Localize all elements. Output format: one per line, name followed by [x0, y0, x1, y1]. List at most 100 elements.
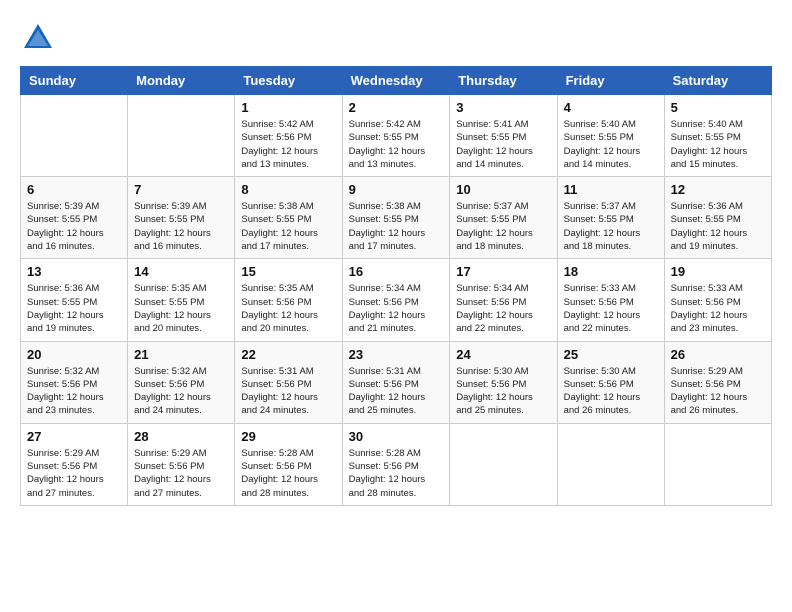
calendar-cell: 13 Sunrise: 5:36 AM Sunset: 5:55 PM Dayli… [21, 259, 128, 341]
weekday-header-monday: Monday [128, 67, 235, 95]
day-info: Sunrise: 5:39 AM Sunset: 5:55 PM Dayligh… [134, 200, 228, 253]
day-info: Sunrise: 5:30 AM Sunset: 5:56 PM Dayligh… [456, 365, 550, 418]
calendar-cell: 15 Sunrise: 5:35 AM Sunset: 5:56 PM Dayli… [235, 259, 342, 341]
calendar-cell: 26 Sunrise: 5:29 AM Sunset: 5:56 PM Dayli… [664, 341, 771, 423]
day-number: 29 [241, 429, 335, 444]
calendar-cell [664, 423, 771, 505]
day-number: 5 [671, 100, 765, 115]
day-info: Sunrise: 5:34 AM Sunset: 5:56 PM Dayligh… [456, 282, 550, 335]
day-number: 16 [349, 264, 444, 279]
calendar-cell: 2 Sunrise: 5:42 AM Sunset: 5:55 PM Daylig… [342, 95, 450, 177]
day-number: 28 [134, 429, 228, 444]
calendar-cell [557, 423, 664, 505]
calendar-cell: 5 Sunrise: 5:40 AM Sunset: 5:55 PM Daylig… [664, 95, 771, 177]
day-number: 22 [241, 347, 335, 362]
day-info: Sunrise: 5:39 AM Sunset: 5:55 PM Dayligh… [27, 200, 121, 253]
calendar-cell: 21 Sunrise: 5:32 AM Sunset: 5:56 PM Dayli… [128, 341, 235, 423]
calendar-cell: 19 Sunrise: 5:33 AM Sunset: 5:56 PM Dayli… [664, 259, 771, 341]
day-number: 6 [27, 182, 121, 197]
day-info: Sunrise: 5:29 AM Sunset: 5:56 PM Dayligh… [134, 447, 228, 500]
day-number: 19 [671, 264, 765, 279]
page-header [20, 20, 772, 56]
calendar-cell: 1 Sunrise: 5:42 AM Sunset: 5:56 PM Daylig… [235, 95, 342, 177]
week-row-1: 1 Sunrise: 5:42 AM Sunset: 5:56 PM Daylig… [21, 95, 772, 177]
day-number: 11 [564, 182, 658, 197]
day-info: Sunrise: 5:28 AM Sunset: 5:56 PM Dayligh… [349, 447, 444, 500]
day-number: 7 [134, 182, 228, 197]
day-info: Sunrise: 5:37 AM Sunset: 5:55 PM Dayligh… [564, 200, 658, 253]
calendar-cell [450, 423, 557, 505]
calendar-table: SundayMondayTuesdayWednesdayThursdayFrid… [20, 66, 772, 506]
day-number: 26 [671, 347, 765, 362]
day-info: Sunrise: 5:42 AM Sunset: 5:55 PM Dayligh… [349, 118, 444, 171]
calendar-cell: 12 Sunrise: 5:36 AM Sunset: 5:55 PM Dayli… [664, 177, 771, 259]
logo [20, 20, 60, 56]
calendar-cell: 10 Sunrise: 5:37 AM Sunset: 5:55 PM Dayli… [450, 177, 557, 259]
day-info: Sunrise: 5:33 AM Sunset: 5:56 PM Dayligh… [564, 282, 658, 335]
day-number: 23 [349, 347, 444, 362]
day-number: 20 [27, 347, 121, 362]
weekday-header-saturday: Saturday [664, 67, 771, 95]
day-number: 24 [456, 347, 550, 362]
weekday-header-thursday: Thursday [450, 67, 557, 95]
day-number: 21 [134, 347, 228, 362]
day-number: 4 [564, 100, 658, 115]
calendar-cell [21, 95, 128, 177]
calendar-cell: 29 Sunrise: 5:28 AM Sunset: 5:56 PM Dayli… [235, 423, 342, 505]
calendar-cell: 18Sunrise: 5:33 AM Sunset: 5:56 PM Dayli… [557, 259, 664, 341]
day-info: Sunrise: 5:38 AM Sunset: 5:55 PM Dayligh… [349, 200, 444, 253]
calendar-cell: 25 Sunrise: 5:30 AM Sunset: 5:56 PM Dayli… [557, 341, 664, 423]
weekday-header-sunday: Sunday [21, 67, 128, 95]
day-info: Sunrise: 5:34 AM Sunset: 5:56 PM Dayligh… [349, 282, 444, 335]
day-number: 8 [241, 182, 335, 197]
calendar-cell: 11 Sunrise: 5:37 AM Sunset: 5:55 PM Dayli… [557, 177, 664, 259]
day-number: 27 [27, 429, 121, 444]
day-number: 25 [564, 347, 658, 362]
day-info: Sunrise: 5:30 AM Sunset: 5:56 PM Dayligh… [564, 365, 658, 418]
calendar-cell: 22 Sunrise: 5:31 AM Sunset: 5:56 PM Dayli… [235, 341, 342, 423]
calendar-cell: 16 Sunrise: 5:34 AM Sunset: 5:56 PM Dayli… [342, 259, 450, 341]
day-info: Sunrise: 5:33 AM Sunset: 5:56 PM Dayligh… [671, 282, 765, 335]
day-info: Sunrise: 5:37 AM Sunset: 5:55 PM Dayligh… [456, 200, 550, 253]
day-number: 13 [27, 264, 121, 279]
calendar-cell: 3 Sunrise: 5:41 AM Sunset: 5:55 PM Daylig… [450, 95, 557, 177]
calendar-cell [128, 95, 235, 177]
day-number: 12 [671, 182, 765, 197]
week-row-2: 6 Sunrise: 5:39 AM Sunset: 5:55 PM Daylig… [21, 177, 772, 259]
calendar-cell: 27 Sunrise: 5:29 AM Sunset: 5:56 PM Dayli… [21, 423, 128, 505]
logo-icon [20, 20, 56, 56]
calendar-cell: 4Sunrise: 5:40 AM Sunset: 5:55 PM Daylig… [557, 95, 664, 177]
day-number: 3 [456, 100, 550, 115]
day-info: Sunrise: 5:32 AM Sunset: 5:56 PM Dayligh… [27, 365, 121, 418]
day-info: Sunrise: 5:32 AM Sunset: 5:56 PM Dayligh… [134, 365, 228, 418]
week-row-5: 27 Sunrise: 5:29 AM Sunset: 5:56 PM Dayli… [21, 423, 772, 505]
calendar-cell: 17 Sunrise: 5:34 AM Sunset: 5:56 PM Dayli… [450, 259, 557, 341]
weekday-header-friday: Friday [557, 67, 664, 95]
day-number: 10 [456, 182, 550, 197]
day-info: Sunrise: 5:42 AM Sunset: 5:56 PM Dayligh… [241, 118, 335, 171]
day-info: Sunrise: 5:40 AM Sunset: 5:55 PM Dayligh… [671, 118, 765, 171]
calendar-cell: 8Sunrise: 5:38 AM Sunset: 5:55 PM Daylig… [235, 177, 342, 259]
day-number: 14 [134, 264, 228, 279]
day-info: Sunrise: 5:35 AM Sunset: 5:56 PM Dayligh… [241, 282, 335, 335]
day-number: 9 [349, 182, 444, 197]
day-number: 2 [349, 100, 444, 115]
day-number: 17 [456, 264, 550, 279]
day-number: 15 [241, 264, 335, 279]
day-info: Sunrise: 5:31 AM Sunset: 5:56 PM Dayligh… [241, 365, 335, 418]
calendar-cell: 20 Sunrise: 5:32 AM Sunset: 5:56 PM Dayli… [21, 341, 128, 423]
calendar-cell: 6 Sunrise: 5:39 AM Sunset: 5:55 PM Daylig… [21, 177, 128, 259]
calendar-cell: 9 Sunrise: 5:38 AM Sunset: 5:55 PM Daylig… [342, 177, 450, 259]
week-row-3: 13 Sunrise: 5:36 AM Sunset: 5:55 PM Dayli… [21, 259, 772, 341]
day-info: Sunrise: 5:36 AM Sunset: 5:55 PM Dayligh… [27, 282, 121, 335]
day-info: Sunrise: 5:36 AM Sunset: 5:55 PM Dayligh… [671, 200, 765, 253]
day-info: Sunrise: 5:29 AM Sunset: 5:56 PM Dayligh… [671, 365, 765, 418]
day-number: 1 [241, 100, 335, 115]
calendar-cell: 14Sunrise: 5:35 AM Sunset: 5:55 PM Dayli… [128, 259, 235, 341]
calendar-cell: 30Sunrise: 5:28 AM Sunset: 5:56 PM Dayli… [342, 423, 450, 505]
day-info: Sunrise: 5:29 AM Sunset: 5:56 PM Dayligh… [27, 447, 121, 500]
day-info: Sunrise: 5:41 AM Sunset: 5:55 PM Dayligh… [456, 118, 550, 171]
calendar-cell: 28 Sunrise: 5:29 AM Sunset: 5:56 PM Dayli… [128, 423, 235, 505]
weekday-header-row: SundayMondayTuesdayWednesdayThursdayFrid… [21, 67, 772, 95]
day-info: Sunrise: 5:28 AM Sunset: 5:56 PM Dayligh… [241, 447, 335, 500]
